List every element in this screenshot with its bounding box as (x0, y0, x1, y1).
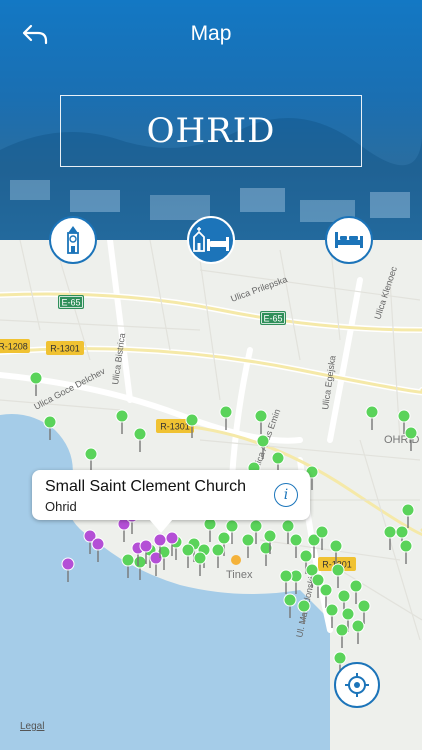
attraction-pin[interactable] (279, 569, 293, 594)
callout-subtitle: Ohrid (45, 499, 77, 514)
road-sign-label: R-1301 (160, 422, 190, 432)
attraction-pin[interactable] (133, 427, 147, 452)
category-all-button[interactable] (187, 216, 235, 264)
place-callout[interactable]: Small Saint Clement Church Ohrid i (32, 470, 310, 520)
locate-me-button[interactable] (334, 662, 380, 708)
info-button[interactable]: i (274, 483, 298, 507)
road-sign-label: R-1208 (0, 342, 28, 352)
attraction-pin[interactable] (203, 517, 217, 542)
attraction-pin[interactable] (29, 371, 43, 396)
road-sign-label: E-65 (263, 314, 282, 324)
attraction-pin[interactable] (181, 543, 195, 568)
attraction-pin[interactable] (365, 405, 379, 430)
header: Map OHRID (0, 0, 422, 240)
city-name: OHRID (146, 111, 276, 151)
attraction-pin[interactable] (349, 579, 363, 604)
category-hotels-button[interactable] (325, 216, 373, 264)
store-marker: Tinex (226, 555, 253, 581)
legal-link[interactable]: Legal (20, 721, 44, 732)
road-sign-label: R-1301 (50, 344, 80, 354)
attraction-pin[interactable] (331, 563, 345, 588)
attraction-pin[interactable] (211, 543, 225, 568)
info-icon: i (283, 487, 289, 503)
church-hotel-icon (193, 227, 229, 252)
crosshair-icon (345, 673, 369, 697)
attraction-pin[interactable] (351, 619, 365, 644)
street-label: Ulica Klenoec (372, 265, 399, 321)
city-name-box: OHRID (60, 95, 362, 167)
category-sights-button[interactable] (49, 216, 97, 264)
callout-title: Small Saint Clement Church (45, 478, 246, 495)
page-title: Map (190, 22, 232, 45)
road-sign-label: E-65 (61, 298, 80, 308)
attraction-pin[interactable] (115, 409, 129, 434)
attraction-pin[interactable] (383, 525, 397, 550)
callout-pointer (149, 519, 173, 533)
attraction-pin[interactable] (241, 533, 255, 558)
bed-icon (335, 232, 363, 248)
place-label-tinex: Tinex (226, 569, 253, 581)
attraction-pin[interactable] (399, 539, 413, 564)
attraction-pin[interactable] (84, 447, 98, 472)
selected-area-pin[interactable] (117, 517, 131, 542)
attraction-pin[interactable] (335, 623, 349, 648)
clock-tower-icon (67, 226, 79, 254)
